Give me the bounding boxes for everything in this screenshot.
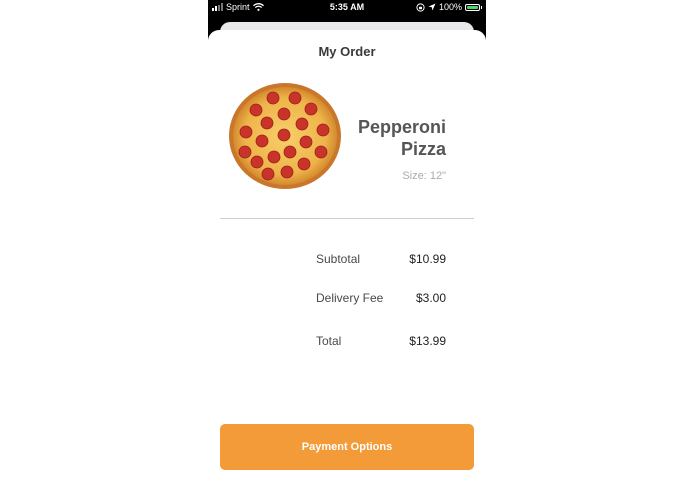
product-name: Pepperoni Pizza <box>357 117 446 159</box>
page-background: Sprint 5:35 AM 100% My Order Pepperoni P… <box>0 0 695 494</box>
phone-screen: Sprint 5:35 AM 100% My Order Pepperoni P… <box>208 0 486 494</box>
delivery-fee-value: $3.00 <box>415 291 446 305</box>
location-arrow-icon <box>428 3 436 11</box>
delivery-fee-label: Delivery Fee <box>316 291 384 305</box>
divider <box>220 218 474 219</box>
page-title: My Order <box>318 44 376 59</box>
order-sheet: My Order Pepperoni Pizza Size: 12" Subto… <box>208 30 486 494</box>
payment-options-button[interactable]: Payment Options <box>220 424 474 470</box>
battery-icon <box>465 3 482 11</box>
total-label: Total <box>316 334 342 348</box>
product-size: Size: 12" <box>402 170 446 182</box>
pizza-image <box>229 83 341 189</box>
status-bar: Sprint 5:35 AM 100% <box>208 0 486 16</box>
screen-lock-icon <box>416 2 425 12</box>
status-right: 100% <box>416 2 482 12</box>
total-value: $13.99 <box>409 334 446 348</box>
battery-percent: 100% <box>438 2 462 12</box>
subtotal-value: $10.99 <box>409 252 446 266</box>
subtotal-label: Subtotal <box>316 252 361 266</box>
